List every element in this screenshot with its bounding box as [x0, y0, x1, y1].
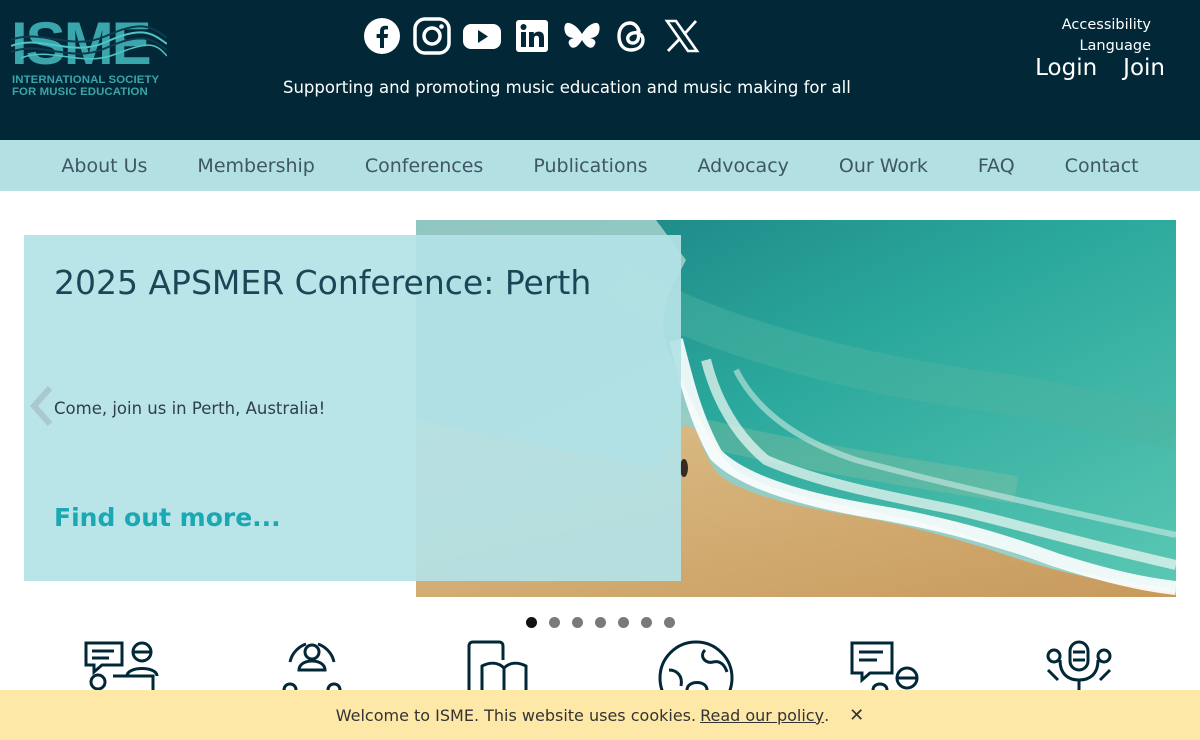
carousel-dot[interactable] — [549, 617, 560, 628]
nav-item-about-us[interactable]: About Us — [36, 155, 172, 177]
community-icon[interactable] — [282, 640, 342, 690]
nav-item-our-work[interactable]: Our Work — [814, 155, 953, 177]
utility-links: Accessibility Language — [1062, 15, 1151, 57]
carousel-dot[interactable] — [595, 617, 606, 628]
nav-item-conferences[interactable]: Conferences — [340, 155, 508, 177]
publication-icon[interactable] — [466, 640, 542, 690]
hero-title: 2025 APSMER Conference: Perth — [54, 263, 592, 302]
facebook-icon[interactable] — [363, 17, 401, 55]
advocacy-icon[interactable] — [1046, 640, 1112, 690]
main-nav: About Us Membership Conferences Publicat… — [0, 140, 1200, 191]
logo-waves — [11, 25, 167, 60]
hero-text: Come, join us in Perth, Australia! — [54, 399, 326, 418]
carousel-dot[interactable] — [618, 617, 629, 628]
carousel-dot[interactable] — [664, 617, 675, 628]
nav-item-contact[interactable]: Contact — [1040, 155, 1164, 177]
site-header: ISME INTERNATIONAL SOCIETY FOR MUSIC EDU… — [0, 0, 1200, 140]
linkedin-icon[interactable] — [513, 17, 551, 55]
bluesky-icon[interactable] — [563, 17, 601, 55]
nav-item-publications[interactable]: Publications — [508, 155, 672, 177]
carousel-dot[interactable] — [572, 617, 583, 628]
discussion-icon[interactable] — [83, 640, 159, 690]
isme-logo[interactable]: ISME INTERNATIONAL SOCIETY FOR MUSIC EDU… — [11, 14, 167, 100]
carousel-dot[interactable] — [641, 617, 652, 628]
global-icon[interactable] — [657, 640, 735, 690]
youtube-icon[interactable] — [463, 17, 501, 55]
tagline: Supporting and promoting music education… — [283, 78, 851, 97]
find-out-more-link[interactable]: Find out more... — [54, 503, 281, 532]
cookie-text: Welcome to ISME. This website uses cooki… — [335, 705, 697, 725]
instagram-icon[interactable] — [413, 17, 451, 55]
nav-item-advocacy[interactable]: Advocacy — [673, 155, 814, 177]
carousel-prev-icon[interactable] — [26, 384, 56, 428]
logo-subtitle-line1: INTERNATIONAL SOCIETY — [12, 74, 160, 86]
nav-item-membership[interactable]: Membership — [172, 155, 339, 177]
carousel-dots — [526, 617, 675, 628]
cookie-close-icon[interactable]: ✕ — [849, 705, 864, 726]
cookie-banner: Welcome to ISME. This website uses cooki… — [0, 690, 1200, 740]
language-link[interactable]: Language — [1062, 36, 1151, 57]
x-icon[interactable] — [663, 17, 701, 55]
social-links — [363, 17, 701, 55]
threads-icon[interactable] — [613, 17, 651, 55]
chat-icon[interactable] — [849, 640, 921, 690]
join-link[interactable]: Join — [1123, 55, 1165, 81]
cookie-policy-link[interactable]: Read our policy — [700, 706, 824, 725]
carousel-dot[interactable] — [526, 617, 537, 628]
login-link[interactable]: Login — [1035, 55, 1097, 81]
hero-panel: 2025 APSMER Conference: Perth Come, join… — [24, 235, 681, 581]
logo-subtitle-line2: FOR MUSIC EDUCATION — [12, 86, 148, 98]
cookie-suffix: . — [824, 705, 830, 725]
accessibility-link[interactable]: Accessibility — [1062, 15, 1151, 36]
auth-links: Login Join — [1035, 55, 1165, 81]
nav-item-faq[interactable]: FAQ — [953, 155, 1040, 177]
